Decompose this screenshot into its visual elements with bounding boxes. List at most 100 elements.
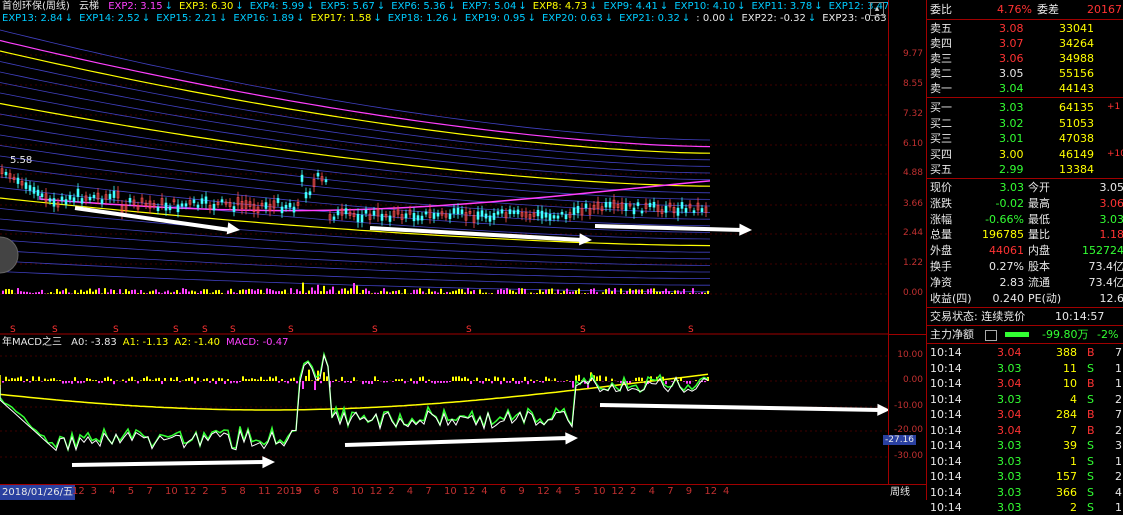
down-arrow-icon: ↓: [165, 1, 173, 12]
histogram-bar: [590, 289, 592, 294]
down-arrow-icon: ↓: [377, 1, 385, 12]
trade-time: 10:14: [930, 407, 962, 422]
trade-row[interactable]: 10:143.034S2: [927, 392, 1123, 407]
trade-row[interactable]: 10:143.032S1: [927, 500, 1123, 515]
candle-body: [577, 206, 579, 213]
x-tick-label: 7: [146, 486, 152, 497]
macd-bar: [152, 380, 154, 381]
bid-volume: 47038: [1059, 131, 1094, 146]
macd-bar: [611, 379, 613, 381]
trade-row[interactable]: 10:143.0339S3: [927, 438, 1123, 453]
candle-body: [637, 203, 639, 206]
candle-body: [361, 215, 363, 222]
ask-row[interactable]: 卖二3.0555156: [927, 66, 1123, 81]
period-label[interactable]: 周线: [890, 485, 910, 500]
trade-row[interactable]: 10:143.031S1: [927, 454, 1123, 469]
macd-bar: [455, 377, 457, 381]
trade-row[interactable]: 10:143.0311S1: [927, 361, 1123, 376]
macd-bar: [500, 381, 502, 384]
ask-row[interactable]: 卖四3.0734264: [927, 36, 1123, 51]
bid-row[interactable]: 买三3.0147038: [927, 131, 1123, 146]
collapse-icon[interactable]: ▴: [870, 2, 884, 16]
ask-row[interactable]: 卖三3.0634988: [927, 51, 1123, 66]
quote-label: 今开: [1028, 180, 1050, 195]
macd-bar: [2, 381, 4, 383]
macd-bar: [449, 381, 451, 382]
trade-row[interactable]: 10:143.03157S2: [927, 469, 1123, 484]
ask-label: 卖四: [930, 36, 952, 51]
macd-bar: [227, 379, 229, 381]
histogram-bar: [59, 292, 61, 294]
down-arrow-icon: ↓: [589, 1, 597, 12]
macd-bar: [695, 380, 697, 381]
trend-arrow: [72, 462, 265, 465]
histogram-bar: [677, 290, 679, 294]
macd-bar: [527, 381, 529, 384]
candle-body: [437, 213, 439, 216]
macd-bar: [326, 376, 328, 381]
candle-body: [389, 216, 391, 222]
exp-value: EXP15: 2.21: [156, 13, 217, 24]
histogram-bar: [530, 293, 532, 294]
trade-status-row: 交易状态: 连续竞价 10:14:57: [927, 309, 1123, 324]
bid-row[interactable]: 买一3.0364135+1: [927, 100, 1123, 115]
macd-bar: [569, 381, 571, 382]
down-arrow-icon: ↓: [660, 1, 668, 12]
sub-indicator-value: A0: -3.83: [71, 337, 117, 348]
ask-row[interactable]: 卖一3.0444143: [927, 81, 1123, 96]
macd-bar: [53, 378, 55, 381]
candle-body: [29, 186, 31, 191]
macd-bar: [98, 381, 100, 383]
trade-row[interactable]: 10:143.0410B1: [927, 376, 1123, 391]
trade-row[interactable]: 10:143.04388B7: [927, 345, 1123, 360]
histogram-bar: [140, 290, 142, 294]
histogram-bar: [161, 293, 163, 294]
chart-area[interactable]: SSSSSSSSSSS 首创环保(周线) 云梯 EXP2: 3.15↓EXP3:…: [0, 0, 888, 484]
histogram-bar: [602, 292, 604, 294]
macd-bar: [59, 380, 61, 381]
histogram-bar: [461, 289, 463, 294]
chart-canvas[interactable]: SSSSSSSSSSS: [0, 0, 888, 484]
bid-row[interactable]: 买四3.0046149+10: [927, 147, 1123, 162]
bid-row[interactable]: 买二3.0251053: [927, 116, 1123, 131]
candle-body: [677, 208, 679, 215]
main-flow-label: 主力净额: [930, 327, 974, 342]
macd-bar: [533, 381, 535, 383]
macd-bar: [503, 378, 505, 381]
macd-bar: [635, 378, 637, 381]
macd-bar: [65, 381, 67, 383]
exp-value: EXP11: 3.78: [751, 1, 812, 12]
trade-row[interactable]: 10:143.04284B7: [927, 407, 1123, 422]
histogram-bar: [467, 288, 469, 294]
trade-volume: 11: [1063, 361, 1077, 376]
histogram-bar: [413, 290, 415, 294]
trade-time: 10:14: [930, 485, 962, 500]
macd-bar: [548, 379, 550, 381]
histogram-bar: [635, 289, 637, 294]
bid-row[interactable]: 买五2.9913384: [927, 162, 1123, 177]
trade-row[interactable]: 10:143.03366S4: [927, 485, 1123, 500]
trade-row[interactable]: 10:143.047B2: [927, 423, 1123, 438]
down-arrow-icon: ↓: [682, 13, 690, 24]
trade-side: S: [1087, 485, 1094, 500]
macd-bar: [416, 381, 418, 384]
histogram-bar: [596, 292, 598, 294]
histogram-bar: [557, 290, 559, 294]
candle-body: [41, 194, 43, 197]
menu-icon[interactable]: [985, 330, 997, 341]
candle-body: [545, 213, 547, 218]
macd-bar: [185, 379, 187, 381]
macd-bar: [194, 381, 196, 384]
main-flow-row: 主力净额 -99.80万 -2%: [927, 327, 1123, 342]
histogram-bar: [662, 291, 664, 294]
ask-row[interactable]: 卖五3.0833041: [927, 21, 1123, 36]
trend-arrow: [595, 226, 742, 230]
histogram-bar: [608, 288, 610, 294]
ask-price: 3.06: [999, 51, 1024, 66]
macd-bar: [209, 381, 211, 383]
histogram-bar: [113, 290, 115, 294]
macd-bar: [302, 381, 304, 389]
macd-bar: [425, 381, 427, 383]
macd-bar: [125, 381, 127, 383]
macd-bar: [251, 378, 253, 381]
